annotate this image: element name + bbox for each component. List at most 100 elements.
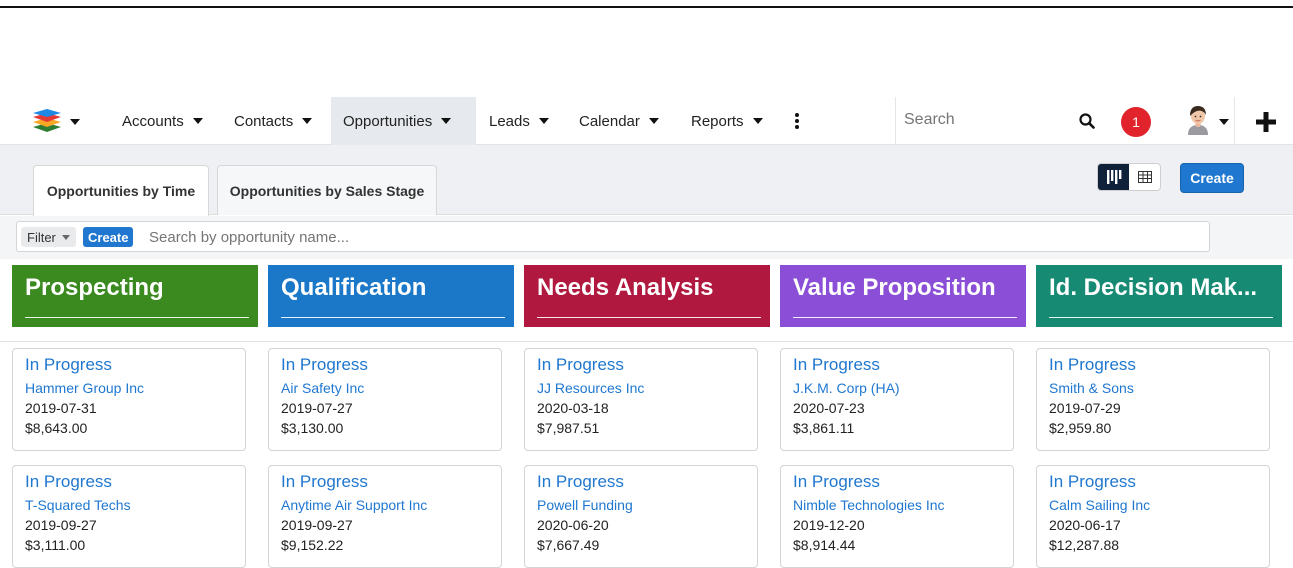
opportunity-card[interactable]: In Progress J.K.M. Corp (HA) 2020-07-23 … xyxy=(780,348,1014,451)
card-amount: $3,130.00 xyxy=(281,420,344,436)
card-amount: $12,287.88 xyxy=(1049,537,1120,553)
table-icon xyxy=(1137,171,1152,183)
chevron-down-icon xyxy=(192,118,203,124)
nav-leads-label: Leads xyxy=(489,112,530,130)
card-date: 2019-12-20 xyxy=(793,517,865,533)
opportunity-card[interactable]: In Progress Air Safety Inc 2019-07-27 $3… xyxy=(268,348,502,451)
opportunity-card[interactable]: In Progress Anytime Air Support Inc 2019… xyxy=(268,465,502,568)
card-status: In Progress xyxy=(793,355,880,374)
chevron-down-icon xyxy=(752,118,763,124)
logo-chevron-down-icon[interactable] xyxy=(70,119,80,125)
avatar[interactable] xyxy=(1185,105,1211,135)
top-border xyxy=(0,0,1293,8)
chevron-down-icon xyxy=(648,118,659,124)
opportunity-card[interactable]: In Progress Calm Sailing Inc 2020-06-17 … xyxy=(1036,465,1270,568)
nav-accounts-label: Accounts xyxy=(122,112,184,130)
tab-label: Opportunities by Sales Stage xyxy=(229,182,425,199)
column-title: Id. Decision Mak... xyxy=(1049,274,1258,301)
card-amount: $8,914.44 xyxy=(793,537,856,553)
column-header-value-proposition: Value Proposition xyxy=(780,265,1026,327)
card-date: 2020-06-20 xyxy=(537,517,609,533)
card-status: In Progress xyxy=(1049,355,1136,374)
chevron-down-icon xyxy=(538,118,549,124)
tab-opportunities-by-time[interactable]: Opportunities by Time xyxy=(33,165,209,216)
card-status: In Progress xyxy=(25,472,112,491)
card-date: 2019-07-31 xyxy=(25,400,97,416)
chevron-down-icon xyxy=(61,234,70,240)
filter-bar: Filter Create xyxy=(0,216,1293,259)
filter-create-button[interactable]: Create xyxy=(83,227,134,247)
card-account-link[interactable]: Calm Sailing Inc xyxy=(1049,495,1269,515)
opportunity-card[interactable]: In Progress Hammer Group Inc 2019-07-31 … xyxy=(12,348,246,451)
card-account-link[interactable]: J.K.M. Corp (HA) xyxy=(793,378,1013,398)
opportunity-card[interactable]: In Progress T-Squared Techs 2019-09-27 $… xyxy=(12,465,246,568)
tab-opportunities-by-sales-stage[interactable]: Opportunities by Sales Stage xyxy=(217,165,437,215)
column-title: Value Proposition xyxy=(793,274,996,301)
card-account-link[interactable]: JJ Resources Inc xyxy=(537,378,757,398)
card-amount: $3,861.11 xyxy=(793,420,855,436)
filter-box: Filter Create xyxy=(16,221,1210,252)
column-header-qualification: Qualification xyxy=(268,265,514,327)
plus-icon[interactable] xyxy=(1255,111,1277,133)
card-date: 2020-03-18 xyxy=(537,400,609,416)
tab-label: Opportunities by Time xyxy=(46,183,196,199)
opportunity-card[interactable]: In Progress JJ Resources Inc 2020-03-18 … xyxy=(524,348,758,451)
global-search-input[interactable] xyxy=(904,111,1064,129)
opportunity-card[interactable]: In Progress Smith & Sons 2019-07-29 $2,9… xyxy=(1036,348,1270,451)
opportunity-search-input[interactable] xyxy=(149,227,649,247)
card-date: 2019-07-27 xyxy=(281,400,353,416)
main-nav: Accounts Contacts Opportunities Leads Ca… xyxy=(0,97,1293,145)
card-account-link[interactable]: Powell Funding xyxy=(537,495,757,515)
search-icon[interactable] xyxy=(1079,113,1095,129)
global-search: 1 xyxy=(895,97,1235,145)
card-date: 2020-07-23 xyxy=(793,400,865,416)
chevron-down-icon xyxy=(441,118,452,124)
nav-contacts-label: Contacts xyxy=(234,112,294,130)
nav-accounts[interactable]: Accounts xyxy=(110,97,215,145)
chevron-down-icon xyxy=(302,118,313,124)
column-title: Qualification xyxy=(281,274,427,301)
card-amount: $7,987.51 xyxy=(537,420,600,436)
nav-leads[interactable]: Leads xyxy=(477,97,561,145)
nav-calendar[interactable]: Calendar xyxy=(567,97,671,145)
more-menu-icon[interactable] xyxy=(793,111,801,131)
nav-reports-label: Reports xyxy=(691,112,744,130)
column-header-needs-analysis: Needs Analysis xyxy=(524,265,770,327)
card-amount: $7,667.49 xyxy=(537,537,600,553)
nav-contacts[interactable]: Contacts xyxy=(222,97,324,145)
notification-badge[interactable]: 1 xyxy=(1121,107,1151,137)
card-amount: $8,643.00 xyxy=(25,420,88,436)
card-account-link[interactable]: Hammer Group Inc xyxy=(25,378,245,398)
nav-opportunities[interactable]: Opportunities xyxy=(331,97,476,145)
app-logo-icon[interactable] xyxy=(32,108,66,134)
card-account-link[interactable]: Air Safety Inc xyxy=(281,378,501,398)
nav-reports[interactable]: Reports xyxy=(679,97,775,145)
opportunity-card[interactable]: In Progress Nimble Technologies Inc 2019… xyxy=(780,465,1014,568)
column-header-id-decision-makers: Id. Decision Mak... xyxy=(1036,265,1282,327)
divider xyxy=(0,341,1293,342)
table-view-button[interactable] xyxy=(1129,164,1160,190)
card-account-link[interactable]: Anytime Air Support Inc xyxy=(281,495,501,515)
view-toggle xyxy=(1097,163,1161,191)
view-tabs-bar: Opportunities by Time Opportunities by S… xyxy=(0,145,1293,216)
filter-dropdown[interactable]: Filter xyxy=(21,227,76,247)
kanban-view-button[interactable] xyxy=(1098,164,1129,190)
card-status: In Progress xyxy=(281,472,368,491)
card-amount: $9,152.22 xyxy=(281,537,344,553)
card-status: In Progress xyxy=(1049,472,1136,491)
card-status: In Progress xyxy=(537,472,624,491)
opportunity-card[interactable]: In Progress Powell Funding 2020-06-20 $7… xyxy=(524,465,758,568)
card-account-link[interactable]: T-Squared Techs xyxy=(25,495,245,515)
kanban-icon xyxy=(1106,170,1121,184)
card-amount: $2,959.80 xyxy=(1049,420,1112,436)
card-status: In Progress xyxy=(537,355,624,374)
card-account-link[interactable]: Smith & Sons xyxy=(1049,378,1269,398)
card-status: In Progress xyxy=(281,355,368,374)
create-button[interactable]: Create xyxy=(1180,163,1244,193)
card-account-link[interactable]: Nimble Technologies Inc xyxy=(793,495,1013,515)
card-date: 2019-09-27 xyxy=(281,517,353,533)
card-date: 2020-06-17 xyxy=(1049,517,1121,533)
kanban-board: Prospecting In Progress Hammer Group Inc… xyxy=(0,259,1293,568)
avatar-chevron-down-icon[interactable] xyxy=(1219,119,1229,125)
card-status: In Progress xyxy=(25,355,112,374)
